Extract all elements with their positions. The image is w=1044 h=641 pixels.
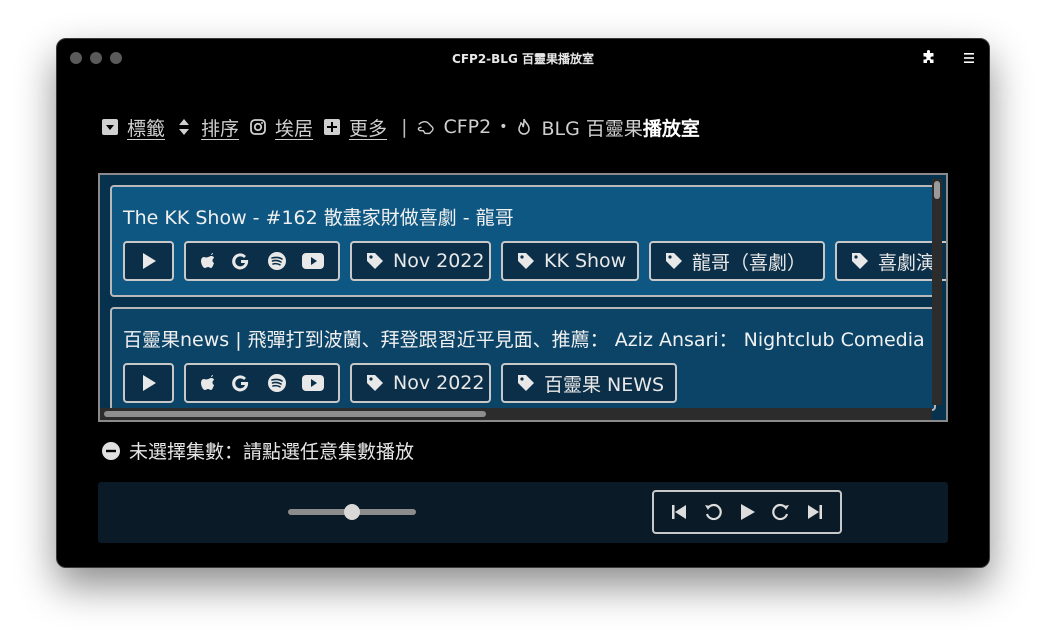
puzzle-extension-icon[interactable] [921,50,937,66]
platform-links [184,363,340,403]
top-nav: 標籤 排序 埃居 更多 | CFP2 • BLG 百靈果 播放室 [101,113,700,141]
brand-dot: • [499,119,508,135]
episode-list[interactable]: The KK Show - #162 散盡家財做喜劇 - 龍哥 Nov 2022… [98,173,948,422]
tag-icon [366,374,384,392]
google-podcasts-icon[interactable] [231,251,251,271]
spotify-icon[interactable] [267,373,287,393]
hand-lizard-icon [417,118,435,136]
hamburger-menu-icon[interactable] [961,50,977,66]
caret-square-down-icon [101,118,119,136]
status-text: 未選擇集數：請點選任意集數播放 [129,441,415,463]
tag-icon [366,252,384,270]
tag-icon [517,252,535,270]
tag-icon [517,374,535,392]
title-bar: CFP2-BLG 百靈果播放室 [57,39,989,77]
horizontal-scrollbar[interactable] [100,408,932,420]
playback-controls [652,490,842,534]
tag-icon [665,252,683,270]
play-icon [142,375,156,391]
forward-icon[interactable] [771,502,791,522]
rewind-icon[interactable] [703,502,723,522]
app-window: CFP2-BLG 百靈果播放室 標籤 排序 埃居 更多 | CFP2 • BLG… [56,38,990,568]
brand-blg: BLG 百靈果 [541,117,643,140]
nav-separator: | [401,116,408,138]
apple-podcasts-icon[interactable] [200,374,216,392]
tag-label: 百靈果 NEWS [544,373,665,396]
play-episode-button[interactable] [123,241,174,281]
play-episode-button[interactable] [123,363,174,403]
vertical-scrollbar[interactable] [932,179,942,405]
brand-cfp2: CFP2 [443,116,492,138]
youtube-icon[interactable] [302,375,325,391]
tag-chip[interactable]: 百靈果 NEWS [501,363,677,403]
volume-slider[interactable] [288,504,416,520]
apple-podcasts-icon[interactable] [200,252,216,270]
episode-title[interactable]: 百靈果news | 飛彈打到波蘭、拜登跟習近平見面、推薦： Aziz Ansar… [123,325,925,352]
minus-circle-icon [101,441,121,461]
tag-label: Nov 2022 [393,250,485,272]
google-podcasts-icon[interactable] [231,373,251,393]
tag-chip[interactable]: 龍哥（喜劇） [649,241,825,281]
brand-room: 播放室 [642,117,700,140]
instagram-icon [249,118,267,136]
player-bar [98,482,948,543]
episode-card[interactable]: 百靈果news | 飛彈打到波蘭、拜登跟習近平見面、推薦： Aziz Ansar… [110,307,936,411]
youtube-icon[interactable] [302,253,325,269]
episode-card[interactable]: The KK Show - #162 散盡家財做喜劇 - 龍哥 Nov 2022… [110,185,946,297]
sort-link[interactable]: 排序 [201,114,239,141]
plus-square-icon [323,118,341,136]
play-icon[interactable] [737,502,757,522]
episode-title[interactable]: The KK Show - #162 散盡家財做喜劇 - 龍哥 [123,203,514,230]
volume-slider-knob[interactable] [344,504,360,520]
instagram-link[interactable]: 埃居 [275,114,313,141]
window-title: CFP2-BLG 百靈果播放室 [452,52,594,66]
tag-icon [851,252,869,270]
sort-icon [175,118,193,136]
tag-chip[interactable]: KK Show [501,241,639,281]
tag-label: 喜劇演 [878,251,936,274]
play-icon [142,253,156,269]
spotify-icon[interactable] [267,251,287,271]
tags-link[interactable]: 標籤 [127,114,165,141]
tag-chip[interactable]: Nov 2022 [350,241,491,281]
tag-label: Nov 2022 [393,372,485,394]
fire-icon [515,118,533,136]
horizontal-scroll-thumb[interactable] [104,411,486,417]
more-link[interactable]: 更多 [349,114,387,141]
vertical-scroll-thumb[interactable] [934,181,940,199]
tag-chip[interactable]: Nov 2022 [350,363,491,403]
now-playing-status: 未選擇集數：請點選任意集數播放 [101,437,414,464]
tag-label: 龍哥（喜劇） [692,251,807,274]
skip-previous-icon[interactable] [669,502,689,522]
tag-label: KK Show [544,250,627,272]
skip-next-icon[interactable] [805,502,825,522]
platform-links [184,241,340,281]
